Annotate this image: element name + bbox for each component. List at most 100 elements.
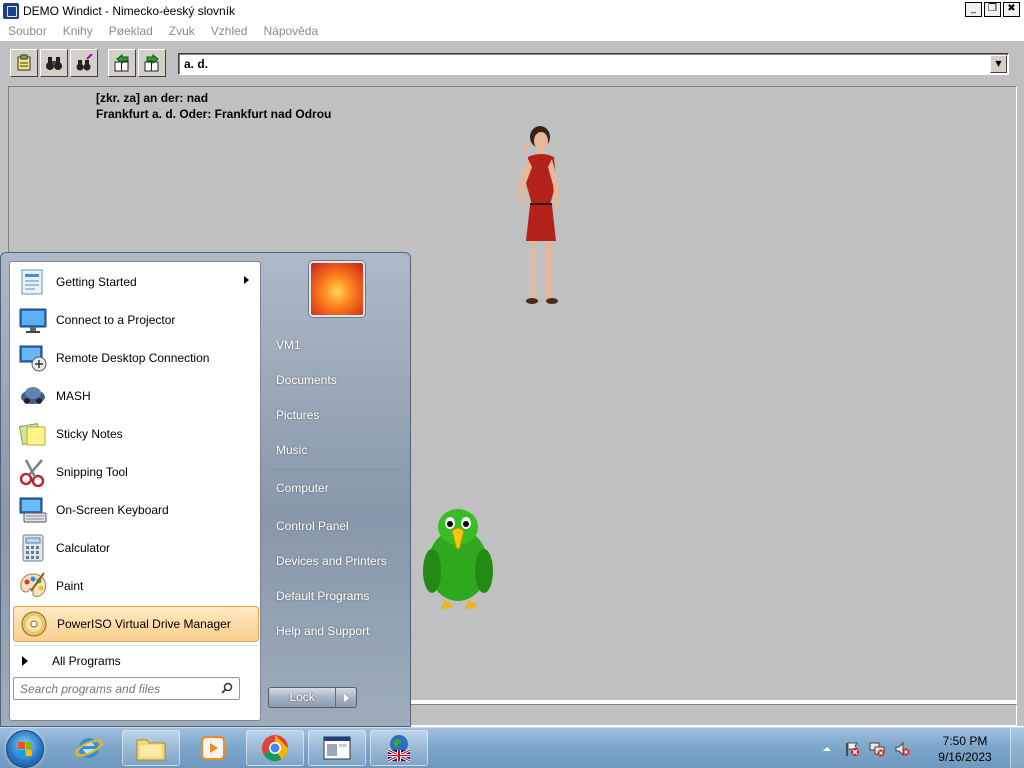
windows-logo-icon — [18, 742, 32, 756]
menu-bar: Soubor Knihy Pøeklad Zvuk Vzhled Nápověd… — [0, 21, 1024, 40]
menu-napoveda[interactable]: Nápověda — [263, 24, 318, 38]
start-link-devices-printers[interactable]: Devices and Printers — [276, 554, 387, 568]
minimize-button[interactable]: _ — [965, 2, 982, 17]
start-search-box[interactable] — [13, 677, 240, 700]
binoculars-icon — [46, 57, 62, 70]
show-desktop-button[interactable] — [1010, 728, 1024, 768]
definition-line: [zkr. za] an der: nad — [96, 91, 209, 105]
taskbar-windict-window[interactable] — [308, 730, 366, 766]
start-link-user[interactable]: VM1 — [276, 338, 301, 352]
menu-vzhled[interactable]: Vzhled — [211, 24, 248, 38]
calculator-icon — [22, 534, 44, 562]
book-back-button[interactable] — [108, 49, 136, 77]
taskbar-windict-globe[interactable] — [370, 730, 428, 766]
taskbar: 7:50 PM 9/16/2023 — [0, 727, 1024, 768]
action-center-flag-icon[interactable] — [844, 741, 860, 757]
media-player-icon — [201, 736, 225, 760]
assistant-woman-character[interactable] — [508, 123, 568, 308]
restore-button[interactable]: ❐ — [984, 2, 1001, 17]
taskbar-file-explorer[interactable] — [122, 730, 180, 766]
paint-palette-icon — [20, 572, 47, 597]
program-connect-projector[interactable]: Connect to a Projector — [13, 302, 259, 338]
all-programs-label: All Programs — [52, 654, 121, 668]
taskbar-internet-explorer[interactable] — [60, 730, 118, 766]
book-forward-button[interactable] — [138, 49, 166, 77]
projector-icon — [19, 308, 47, 333]
start-link-computer[interactable]: Computer — [276, 481, 329, 495]
internet-explorer-icon — [75, 738, 103, 758]
divider — [14, 645, 258, 646]
definition-line: Frankfurt a. d. Oder: Frankfurt nad Odro… — [96, 107, 332, 121]
shutdown-options-button[interactable] — [336, 688, 356, 707]
program-poweriso[interactable]: PowerISO Virtual Drive Manager — [13, 606, 259, 642]
start-link-control-panel[interactable]: Control Panel — [276, 519, 349, 533]
toolbar: a. d. ▼ — [0, 40, 1024, 86]
program-remote-desktop[interactable]: Remote Desktop Connection — [13, 340, 259, 376]
advanced-search-button[interactable] — [70, 49, 98, 77]
start-button[interactable] — [6, 730, 44, 768]
start-link-pictures[interactable]: Pictures — [276, 408, 319, 422]
taskbar-media-player[interactable] — [184, 730, 242, 766]
start-menu-programs-pane: Getting Started Connect to a Projector R… — [9, 261, 261, 721]
search-binoculars-button[interactable] — [40, 49, 68, 77]
window-title: DEMO Windict - Nimecko-èeský slovník — [23, 3, 236, 18]
search-input[interactable] — [20, 681, 208, 696]
clipboard-button[interactable] — [10, 49, 38, 77]
program-label: PowerISO Virtual Drive Manager — [57, 617, 231, 631]
program-label: Getting Started — [56, 275, 137, 289]
start-link-default-programs[interactable]: Default Programs — [276, 589, 369, 603]
close-button[interactable]: ✖ — [1003, 2, 1020, 17]
chevron-right-icon — [22, 656, 28, 666]
start-link-documents[interactable]: Documents — [276, 373, 337, 387]
window-right-border — [1017, 86, 1024, 726]
search-combo[interactable]: a. d. ▼ — [178, 53, 1009, 75]
divider — [269, 507, 401, 508]
file-explorer-icon — [136, 739, 166, 761]
start-link-music[interactable]: Music — [276, 443, 307, 457]
mash-icon — [21, 387, 45, 404]
program-label: Connect to a Projector — [56, 313, 176, 327]
assistant-parrot-character[interactable] — [420, 505, 496, 613]
volume-muted-icon[interactable] — [894, 741, 910, 757]
chevron-down-icon[interactable]: ▼ — [990, 55, 1007, 73]
system-tray: 7:50 PM 9/16/2023 — [810, 728, 1024, 768]
search-input-value[interactable]: a. d. — [184, 57, 208, 71]
program-getting-started[interactable]: Getting Started — [13, 264, 259, 300]
start-menu: Getting Started Connect to a Projector R… — [0, 252, 411, 727]
program-sticky-notes[interactable]: Sticky Notes — [13, 416, 259, 452]
taskbar-chrome[interactable] — [246, 730, 304, 766]
menu-preklad[interactable]: Pøeklad — [109, 24, 153, 38]
binoculars-magic-icon — [76, 54, 93, 71]
book-forward-icon — [144, 54, 159, 72]
windict-globe-icon — [387, 735, 411, 763]
show-hidden-icons-icon[interactable] — [819, 741, 835, 757]
chrome-icon — [262, 735, 289, 762]
program-on-screen-keyboard[interactable]: On-Screen Keyboard — [13, 492, 259, 528]
menu-soubor[interactable]: Soubor — [8, 24, 47, 38]
program-snipping-tool[interactable]: Snipping Tool — [13, 454, 259, 490]
taskbar-clock[interactable]: 7:50 PM 9/16/2023 — [920, 733, 1010, 765]
title-bar: DEMO Windict - Nimecko-èeský slovník _ ❐… — [0, 0, 1024, 21]
clipboard-icon — [17, 54, 31, 71]
lock-button-group: Lock — [268, 687, 357, 708]
start-link-help-support[interactable]: Help and Support — [276, 624, 369, 638]
divider — [269, 469, 401, 470]
search-icon[interactable] — [221, 682, 233, 694]
keyboard-icon — [19, 497, 47, 523]
program-label: Calculator — [56, 541, 111, 555]
sticky-notes-icon — [18, 422, 46, 446]
lock-button[interactable]: Lock — [269, 688, 337, 707]
menu-knihy[interactable]: Knihy — [63, 24, 93, 38]
program-mash[interactable]: MASH — [13, 378, 259, 414]
program-calculator[interactable]: Calculator — [13, 530, 259, 566]
all-programs-button[interactable]: All Programs — [14, 650, 258, 672]
clock-date: 9/16/2023 — [938, 749, 992, 764]
windict-app-icon[interactable] — [3, 2, 19, 19]
book-back-icon — [114, 54, 129, 72]
menu-zvuk[interactable]: Zvuk — [169, 24, 195, 38]
network-icon[interactable] — [869, 741, 885, 757]
user-picture-avatar[interactable] — [309, 261, 365, 317]
program-label: Sticky Notes — [56, 427, 123, 441]
scissors-icon — [19, 459, 45, 487]
program-paint[interactable]: Paint — [13, 568, 259, 604]
